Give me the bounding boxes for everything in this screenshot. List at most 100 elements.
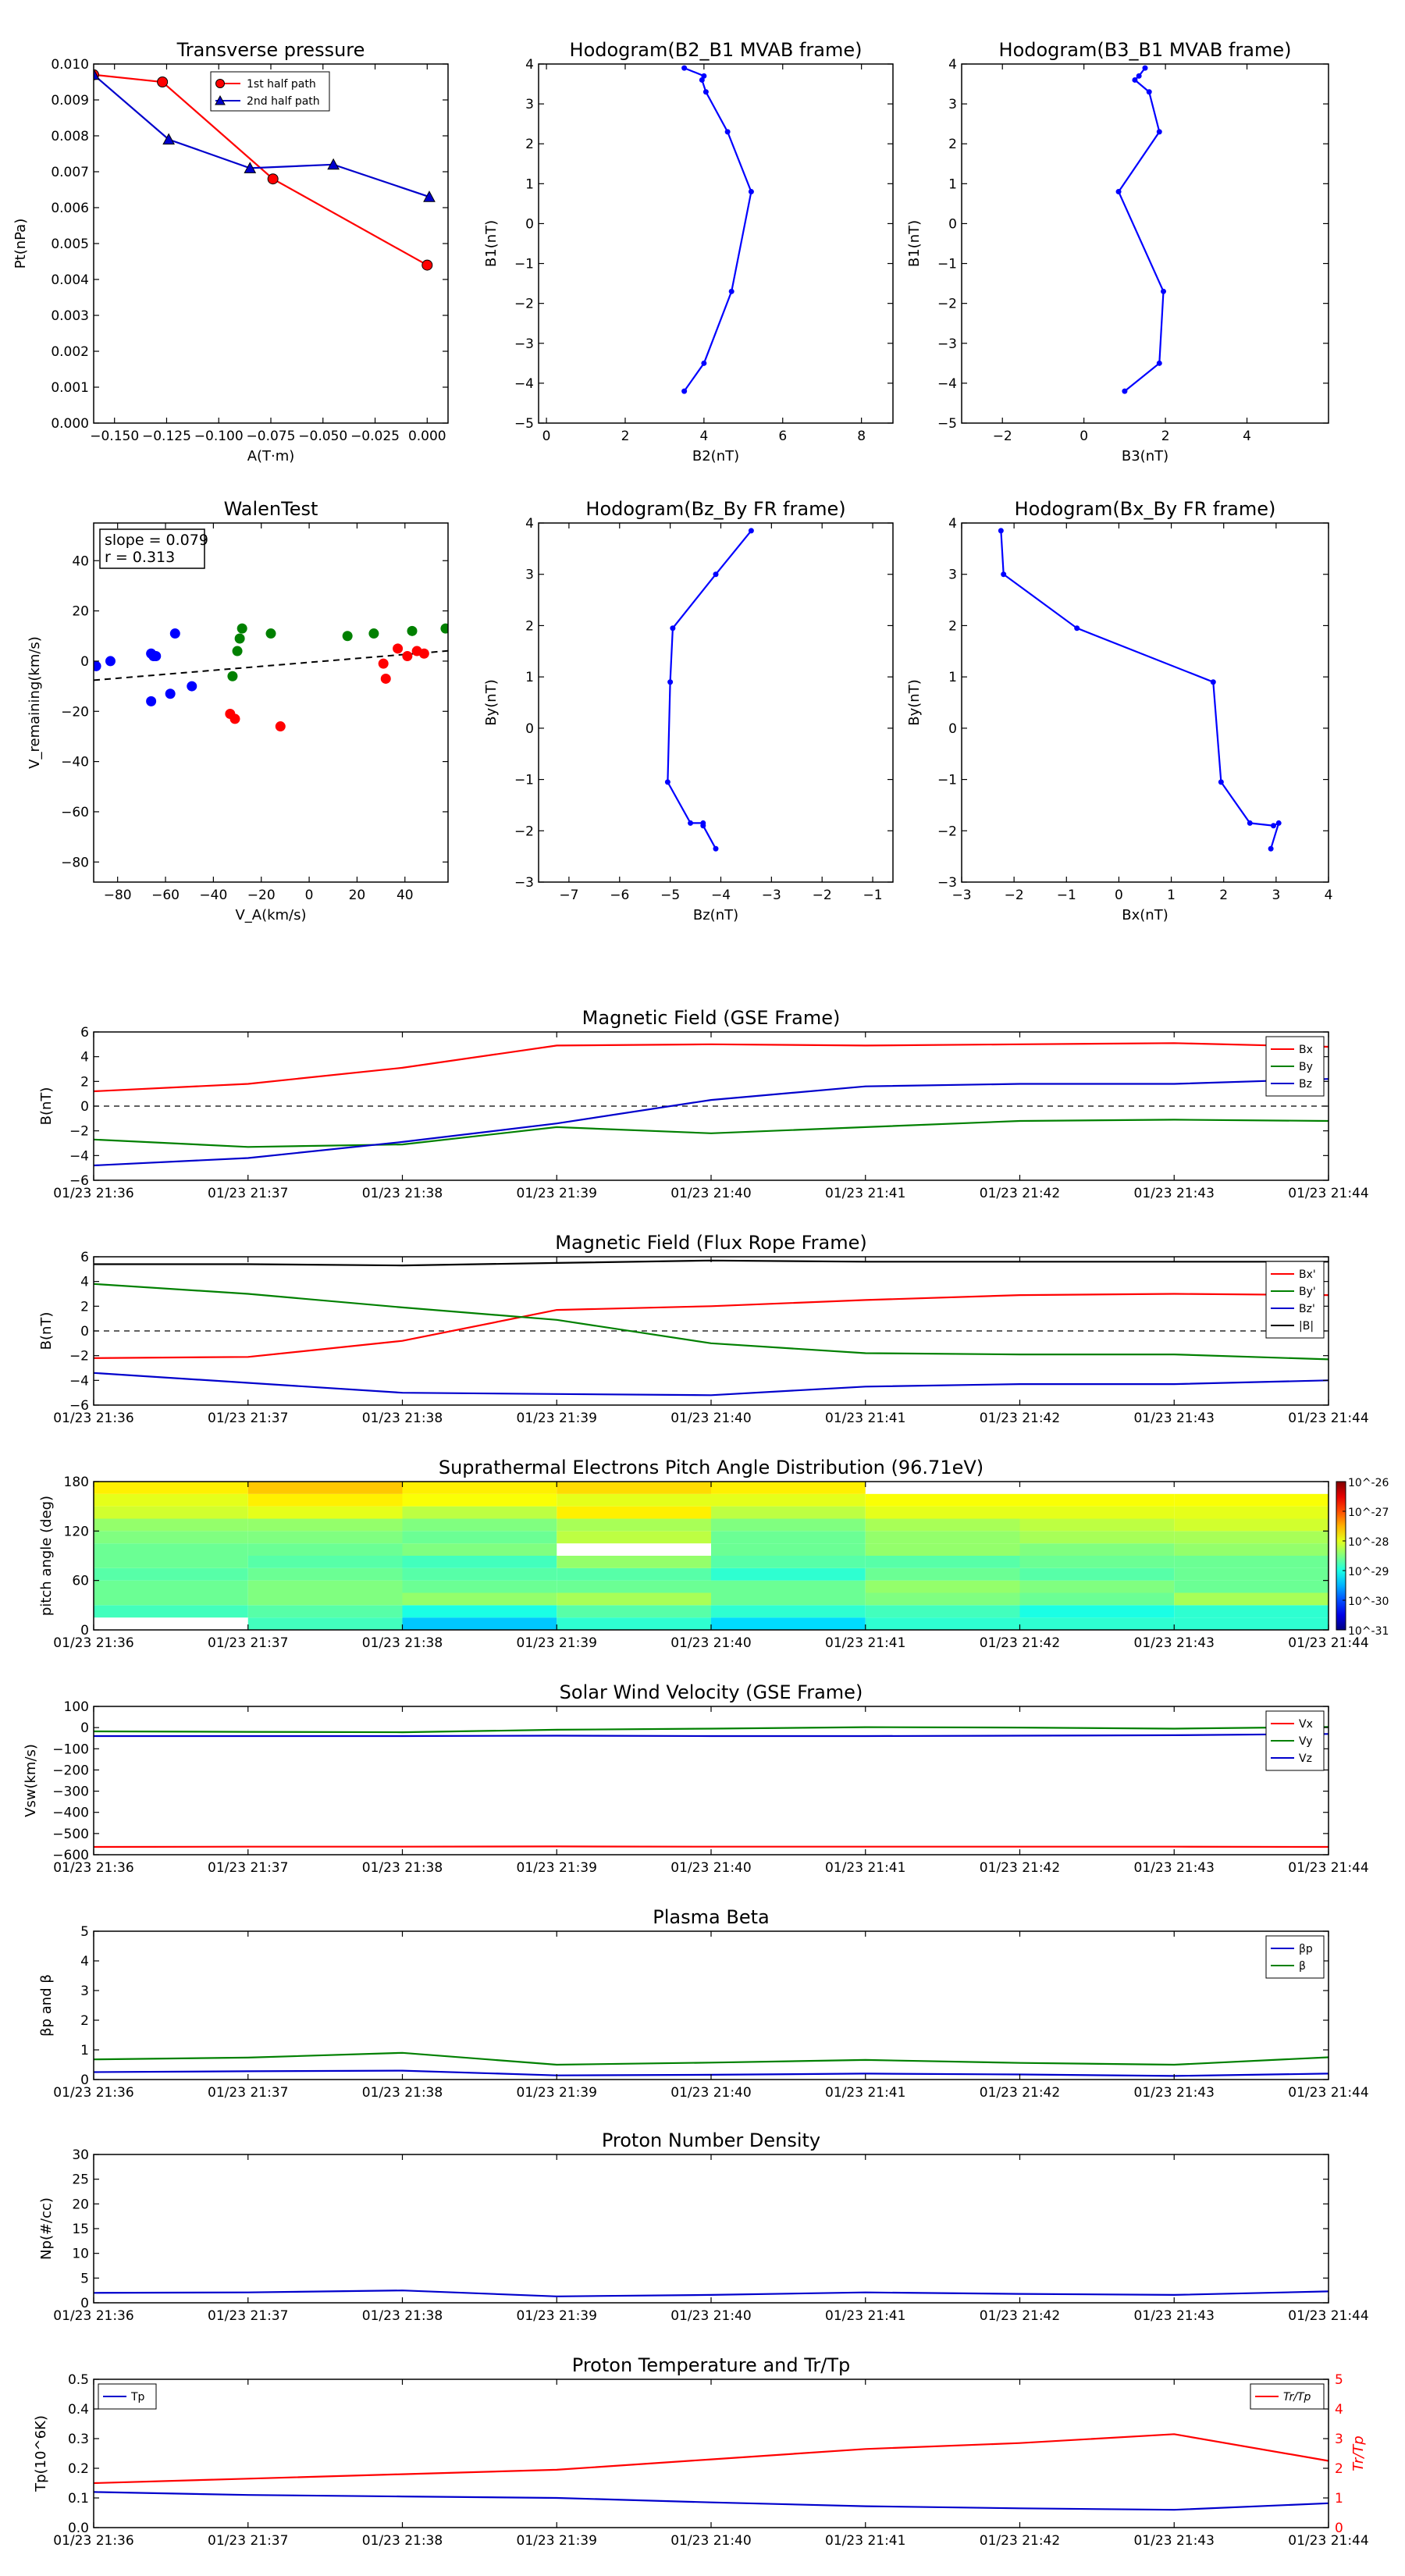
data-point <box>713 571 719 578</box>
x-axis-label: Bx(nT) <box>1122 907 1168 923</box>
data-point <box>1247 820 1253 826</box>
data-point <box>94 660 101 671</box>
heatmap-cell <box>865 1580 1020 1593</box>
x-tick-label: 01/23 21:40 <box>670 2085 751 2101</box>
y-tick-label: 0.3 <box>68 2432 89 2447</box>
y-tick-label: 1 <box>948 670 957 685</box>
data-point <box>664 779 670 785</box>
x-tick-label: 01/23 21:36 <box>53 2308 133 2324</box>
heatmap-cell <box>711 1617 866 1630</box>
y-tick-label: 2 <box>80 1074 89 1090</box>
series-line <box>93 1119 1329 1148</box>
y-axis-label: B(nT) <box>38 1087 55 1126</box>
data-point <box>368 628 379 639</box>
x-tick-label: 01/23 21:44 <box>1288 1411 1368 1426</box>
series-line <box>93 2491 1329 2511</box>
x-tick-label: 4 <box>1243 429 1251 444</box>
heatmap-cell <box>247 1580 403 1593</box>
data-point <box>724 129 731 135</box>
y-tick-label: 0 <box>948 721 957 737</box>
x-tick-label: 01/23 21:36 <box>53 2085 133 2101</box>
y-tick-label: −3 <box>514 336 534 352</box>
x-tick-label: −2 <box>813 888 832 903</box>
plot-area <box>94 623 448 732</box>
data-point <box>700 823 706 829</box>
plot-frame <box>961 63 1329 424</box>
heatmap-cell <box>1174 1605 1329 1618</box>
heatmap-cell <box>94 1592 248 1606</box>
chart-walen-test: −80 −60 −40 −20 0 20 40 −80 −60 −40 −20 0 20 40 WalenT… <box>27 498 449 923</box>
y-tick-label: 4 <box>525 57 534 73</box>
y-tick-label: −2 <box>937 297 957 312</box>
heatmap-cell <box>402 1605 557 1618</box>
data-point <box>701 360 707 366</box>
y-tick-label: −4 <box>937 376 957 392</box>
heatmap-cell <box>1019 1605 1175 1618</box>
x-axis-label: A(T·m) <box>247 448 295 464</box>
x-tick-label: −0.075 <box>247 429 296 444</box>
y-tick-label: 0 <box>80 654 89 670</box>
y-tick-label: 0 <box>948 216 957 232</box>
y-tick-label: 3 <box>80 1984 89 1999</box>
data-point <box>1156 360 1162 366</box>
x-tick-label: 01/23 21:40 <box>670 1186 751 1201</box>
y-tick-label: 2 <box>80 1299 89 1315</box>
y-tick-label: 20 <box>72 2197 89 2212</box>
y-tick-label: 0 <box>80 1720 89 1736</box>
x-tick-label: 01/23 21:41 <box>825 1186 905 1201</box>
heatmap-cell <box>865 1543 1020 1556</box>
y-axis-label: Vsw(km/s) <box>23 1744 39 1817</box>
y-tick-label: 4 <box>948 57 957 73</box>
heatmap-cell <box>94 1605 248 1618</box>
x-tick-label: 01/23 21:44 <box>1288 2308 1368 2324</box>
x-tick-label: 01/23 21:38 <box>362 1186 443 1201</box>
data-point <box>1218 779 1224 785</box>
data-point <box>378 658 389 669</box>
y-tick-label: 10 <box>72 2247 89 2262</box>
y-tick-label: 25 <box>72 2172 89 2188</box>
x-tick-label: 01/23 21:42 <box>980 1860 1060 1876</box>
x-tick-label: 01/23 21:41 <box>825 1860 905 1876</box>
y-tick-label: −4 <box>514 376 534 392</box>
colorbar-label: 10^-30 <box>1348 1596 1389 1608</box>
x-tick-label: −6 <box>610 888 629 903</box>
y-tick-label: −400 <box>52 1806 89 1821</box>
x-tick-label: 01/23 21:43 <box>1134 2533 1215 2549</box>
y-axis-label: B1(nT) <box>906 220 923 267</box>
series-line <box>683 67 752 392</box>
data-point <box>169 628 180 639</box>
data-point <box>275 721 286 732</box>
data-point <box>229 713 240 724</box>
x-tick-label: 01/23 21:41 <box>825 1411 905 1426</box>
x-tick-label: −2 <box>1005 888 1024 903</box>
heatmap-cell <box>865 1567 1020 1581</box>
heatmap-cell <box>711 1556 866 1568</box>
chart-title: Magnetic Field (GSE Frame) <box>582 1007 841 1029</box>
heatmap-cell <box>402 1556 557 1568</box>
heatmap-cell <box>557 1531 711 1544</box>
y-tick-label: −2 <box>937 824 957 839</box>
heatmap-cell <box>1019 1518 1175 1532</box>
x-tick-label: 1 <box>1167 888 1176 903</box>
heatmap-cell <box>1174 1543 1329 1556</box>
x-tick-label: 01/23 21:42 <box>980 2308 1060 2324</box>
data-point <box>1142 65 1148 71</box>
y-tick-label: −1 <box>937 257 957 272</box>
data-point <box>1275 820 1282 826</box>
y-tick-label: 4 <box>80 1275 89 1290</box>
y-tick-label: −300 <box>52 1784 89 1800</box>
y-tick-label: 15 <box>72 2222 89 2237</box>
heatmap-cell <box>1174 1580 1329 1593</box>
heatmap-cell <box>865 1493 1020 1507</box>
heatmap-cell <box>1174 1567 1329 1581</box>
y-right-tick-label: 0 <box>1335 2521 1343 2536</box>
x-tick-label: 8 <box>857 429 866 444</box>
y-tick-label: 2 <box>80 2013 89 2029</box>
x-tick-label: 01/23 21:44 <box>1288 1860 1368 1876</box>
heatmap-cell <box>402 1567 557 1581</box>
x-tick-label: 01/23 21:41 <box>825 2308 905 2324</box>
y-tick-label: −40 <box>61 755 89 770</box>
x-tick-label: 0.000 <box>408 429 446 444</box>
heatmap-cell <box>94 1506 248 1519</box>
y-tick-label: 3 <box>948 568 957 583</box>
